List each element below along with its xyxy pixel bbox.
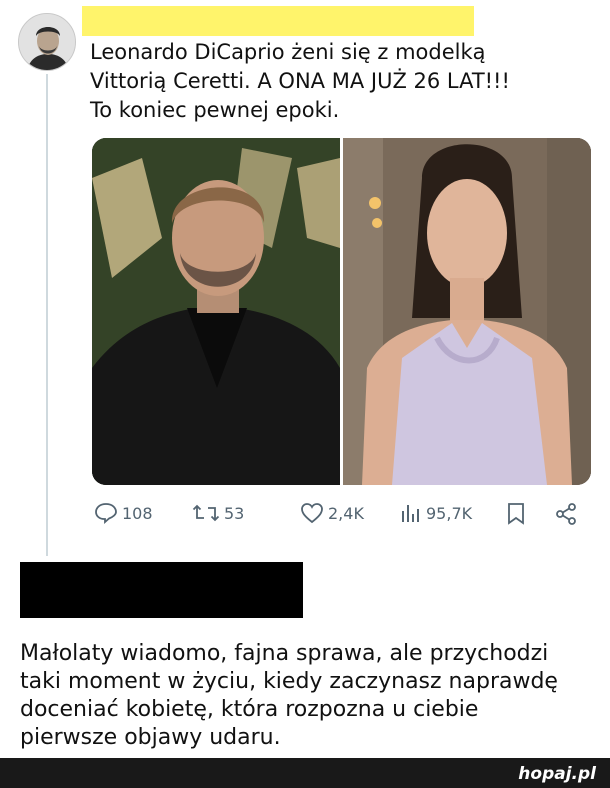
photo-right[interactable]: [343, 138, 591, 485]
redacted-commenter: [20, 562, 303, 618]
comment-line: Małolaty wiadomo, fajna sprawa, ale przy…: [20, 641, 549, 666]
share-icon: [556, 503, 576, 525]
views-count: 95,7K: [426, 503, 473, 523]
reply-count: 108: [122, 503, 153, 523]
brand-watermark: hopaj.pl: [518, 764, 596, 784]
comment-line: pierwsze objawy udaru.: [20, 725, 281, 750]
reply-button[interactable]: 108: [94, 502, 153, 524]
retweet-button[interactable]: 53: [192, 502, 244, 524]
retweet-count: 53: [224, 503, 245, 523]
bookmark-button[interactable]: [506, 502, 530, 526]
views-chart-icon: [402, 505, 419, 522]
reply-icon: [95, 503, 117, 524]
tweet-media[interactable]: [92, 138, 591, 485]
avatar-portrait-icon: [19, 14, 75, 70]
tweet-text: Leonardo DiCaprio żeni się z modelką Vit…: [90, 38, 590, 125]
tweet-line: Vittorią Ceretti. A ONA MA JUŻ 26 LAT!!!: [90, 69, 510, 93]
heart-icon: [301, 503, 323, 524]
comment-line: taki moment w życiu, kiedy zaczynasz nap…: [20, 669, 558, 694]
redacted-username-highlight: [82, 6, 474, 36]
thread-line: [46, 74, 48, 556]
avatar[interactable]: [18, 13, 76, 71]
views-button[interactable]: 95,7K: [400, 502, 472, 524]
bookmark-icon: [508, 503, 524, 525]
tweet-actions: 108 53 2,4K 95,7K: [92, 500, 582, 530]
footer-bar: hopaj.pl: [0, 758, 610, 788]
photo-left[interactable]: [92, 138, 340, 485]
comment-line: doceniać kobietę, która rozpozna u ciebi…: [20, 697, 479, 722]
tweet-line: To koniec pewnej epoki.: [90, 98, 340, 122]
retweet-icon: [192, 504, 220, 522]
like-count: 2,4K: [328, 503, 364, 523]
comment-text: Małolaty wiadomo, fajna sprawa, ale przy…: [20, 640, 595, 752]
like-button[interactable]: 2,4K: [300, 502, 364, 524]
share-button[interactable]: [554, 502, 582, 526]
tweet-line: Leonardo DiCaprio żeni się z modelką: [90, 40, 486, 64]
